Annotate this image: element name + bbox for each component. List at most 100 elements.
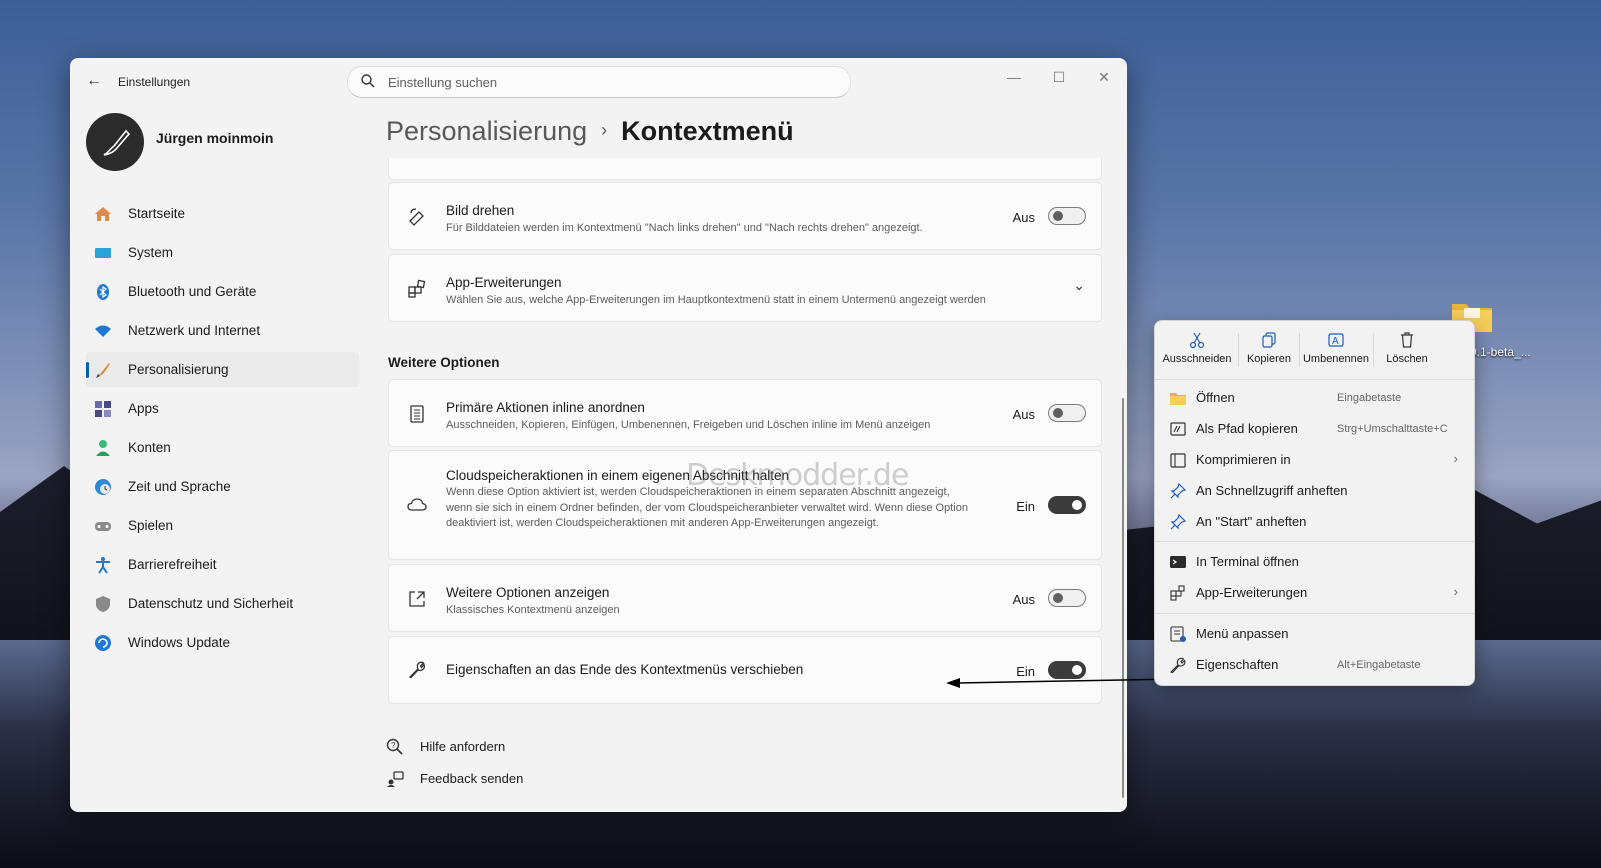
wrench-icon	[1169, 657, 1186, 674]
sidebar-item-label: Windows Update	[128, 635, 231, 650]
sidebar-item-label: Datenschutz und Sicherheit	[128, 596, 294, 611]
help-link-text[interactable]: Hilfe anfordern	[420, 739, 505, 754]
quick-label: Ausschneiden	[1162, 353, 1232, 365]
system-icon	[95, 248, 111, 258]
sidebar-item-netzwerk[interactable]: Netzwerk und Internet	[86, 313, 359, 348]
account-icon	[96, 440, 110, 456]
clock-globe-icon	[95, 479, 111, 495]
feedback-link-text[interactable]: Feedback senden	[420, 771, 523, 786]
divider	[1155, 541, 1474, 542]
minimize-button[interactable]: —	[992, 62, 1036, 92]
settings-content: Bild drehen Für Bilddateien werden im Ko…	[388, 158, 1102, 798]
sidebar-item-bluetooth[interactable]: Bluetooth und Geräte	[86, 274, 359, 309]
archive-icon	[1170, 453, 1186, 468]
gamepad-icon	[95, 522, 111, 531]
card-title: App-Erweiterungen	[446, 275, 562, 290]
maximize-button[interactable]: ☐	[1037, 62, 1081, 92]
card-inline-aktionen: Primäre Aktionen inline anordnen Ausschn…	[388, 379, 1102, 447]
wifi-icon	[95, 325, 111, 337]
pin-icon	[1170, 482, 1187, 499]
feedback-icon	[387, 771, 404, 787]
toggle-state-label: Aus	[1012, 407, 1035, 422]
toggle-state-label: Aus	[1012, 592, 1035, 607]
accessibility-icon	[96, 557, 110, 574]
divider	[1155, 613, 1474, 614]
brush-icon	[96, 363, 110, 378]
desktop-icon-label[interactable]: 9.1-beta_...	[1470, 345, 1531, 359]
sidebar-item-label: Bluetooth und Geräte	[128, 284, 257, 299]
sidebar-item-konten[interactable]: Konten	[86, 430, 359, 465]
copy-button[interactable]: Kopieren	[1239, 327, 1299, 373]
card-description: Klassisches Kontextmenü anzeigen	[446, 604, 620, 616]
app-ext-icon	[1170, 585, 1185, 601]
bluetooth-icon	[97, 284, 109, 300]
sidebar-item-datenschutz[interactable]: Datenschutz und Sicherheit	[86, 586, 359, 621]
delete-button[interactable]: Löschen	[1377, 327, 1437, 373]
menu-item-label: Eigenschaften	[1196, 657, 1279, 672]
sidebar-item-apps[interactable]: Apps	[86, 391, 359, 426]
close-button[interactable]: ✕	[1082, 62, 1126, 92]
menu-item-label: In Terminal öffnen	[1196, 554, 1299, 569]
title-bar: ← Einstellungen — ☐ ✕	[70, 58, 1127, 104]
divider	[1155, 379, 1474, 380]
menu-item-copy-path[interactable]: Als Pfad kopieren Strg+Umschalttaste+C	[1155, 414, 1474, 444]
card-title: Primäre Aktionen inline anordnen	[446, 400, 645, 415]
menu-item-label: An "Start" anheften	[1196, 514, 1307, 529]
back-arrow-icon[interactable]: ←	[86, 72, 102, 90]
brush-avatar-icon	[103, 129, 131, 156]
menu-item-terminal[interactable]: In Terminal öffnen	[1155, 547, 1474, 577]
sidebar-item-zeit[interactable]: Zeit und Sprache	[86, 469, 359, 504]
rotate-image-icon	[409, 208, 424, 226]
search-icon	[361, 74, 375, 88]
scrollbar[interactable]	[1122, 398, 1124, 798]
cut-button[interactable]: Ausschneiden	[1157, 327, 1237, 373]
card-eigenschaften: Eigenschaften an das Ende des Kontextmen…	[388, 636, 1102, 704]
card-description: Für Bilddateien werden im Kontextmenü "N…	[446, 222, 923, 234]
menu-item-properties[interactable]: Eigenschaften Alt+Eingabetaste	[1155, 650, 1474, 680]
update-icon	[95, 635, 111, 651]
divider	[1373, 333, 1374, 367]
folder-icon	[1170, 393, 1186, 405]
search-box[interactable]	[347, 66, 851, 98]
context-menu: Ausschneiden Kopieren A Umbenennen Lösch…	[1154, 320, 1475, 686]
breadcrumb-parent[interactable]: Personalisierung	[386, 116, 587, 146]
cloud-icon	[407, 498, 427, 511]
breadcrumb: Personalisierung › Kontextmenü	[386, 116, 794, 147]
cloud-toggle[interactable]	[1048, 496, 1086, 514]
rotate-toggle[interactable]	[1048, 207, 1086, 225]
svg-text:?: ?	[391, 741, 396, 750]
card-app-erweiterungen[interactable]: App-Erweiterungen Wählen Sie aus, welche…	[388, 254, 1102, 322]
menu-item-pin-start[interactable]: An "Start" anheften	[1155, 507, 1474, 537]
menu-item-open[interactable]: Öffnen Eingabetaste	[1155, 383, 1474, 413]
search-input[interactable]	[386, 70, 830, 94]
sidebar-item-label: System	[128, 245, 174, 260]
menu-item-compress[interactable]: Komprimieren in ›	[1155, 445, 1474, 475]
sidebar-item-system[interactable]: System	[86, 235, 359, 270]
menu-item-label: App-Erweiterungen	[1196, 585, 1308, 600]
home-icon	[95, 207, 111, 221]
menu-item-pin-quickaccess[interactable]: An Schnellzugriff anheften	[1155, 476, 1474, 506]
sidebar-item-startseite[interactable]: Startseite	[86, 196, 359, 231]
customize-icon	[1170, 626, 1186, 642]
sidebar-item-windows-update[interactable]: Windows Update	[86, 625, 359, 660]
menu-item-shortcut: Eingabetaste	[1337, 392, 1402, 404]
menu-item-shortcut: Strg+Umschalttaste+C	[1337, 423, 1448, 435]
sidebar-item-label: Zeit und Sprache	[128, 479, 231, 494]
menu-item-app-extensions[interactable]: App-Erweiterungen ›	[1155, 578, 1474, 608]
sidebar-item-label: Apps	[128, 401, 159, 416]
quick-label: Löschen	[1386, 353, 1428, 365]
rename-button[interactable]: A Umbenennen	[1300, 327, 1372, 373]
terminal-icon	[1170, 556, 1186, 568]
sidebar-item-personalisierung[interactable]: Personalisierung	[86, 352, 359, 387]
chevron-down-icon[interactable]: ⌄	[1073, 277, 1085, 294]
sidebar-item-spielen[interactable]: Spielen	[86, 508, 359, 543]
more-options-toggle[interactable]	[1048, 589, 1086, 607]
sidebar-item-barrierefreiheit[interactable]: Barrierefreiheit	[86, 547, 359, 582]
menu-item-customize[interactable]: Menü anpassen	[1155, 619, 1474, 649]
quick-label: Kopieren	[1246, 353, 1292, 365]
list-icon	[410, 405, 424, 423]
toggle-state-label: Ein	[1016, 499, 1035, 514]
app-extension-icon	[408, 279, 426, 298]
inline-toggle[interactable]	[1048, 404, 1086, 422]
card-description: Wählen Sie aus, welche App-Erweiterungen…	[446, 294, 986, 306]
